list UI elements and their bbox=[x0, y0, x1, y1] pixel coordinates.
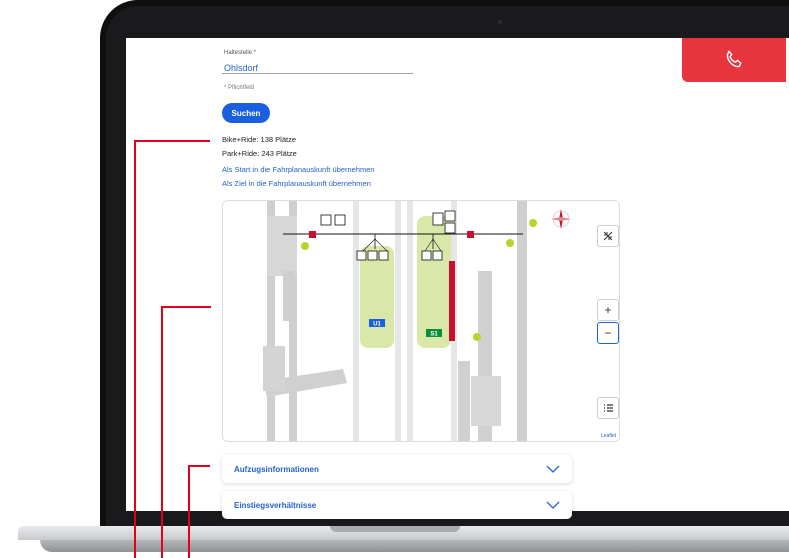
search-button[interactable]: Suchen bbox=[222, 103, 270, 123]
map-attribution[interactable]: Leaflet bbox=[601, 433, 616, 439]
wc-icon bbox=[444, 222, 456, 234]
station-map[interactable]: U1 S1 + − Leaflet bbox=[222, 200, 620, 442]
required-note: * Pflichtfeld bbox=[224, 85, 255, 91]
street-block bbox=[263, 346, 285, 391]
stairs-icon bbox=[421, 250, 432, 261]
callout-line bbox=[161, 306, 163, 558]
platform-s1 bbox=[417, 216, 451, 348]
wc-icon bbox=[444, 210, 456, 222]
zoom-out-button[interactable]: − bbox=[597, 322, 619, 344]
stairs-icon bbox=[356, 250, 367, 261]
bike-ride-info: Bike+Ride: 138 Plätze bbox=[222, 135, 297, 144]
entrance-marker bbox=[467, 231, 474, 238]
phone-icon bbox=[726, 50, 742, 68]
chevron-down-icon bbox=[546, 465, 560, 473]
accordion-label: Aufzugsinformationen bbox=[234, 464, 319, 474]
station-plan: U1 S1 bbox=[263, 201, 571, 441]
stairs-icon bbox=[320, 214, 332, 226]
set-as-destination-link[interactable]: Als Ziel in die Fahrplanauskunft überneh… bbox=[222, 179, 371, 188]
track bbox=[395, 201, 401, 441]
track bbox=[407, 201, 413, 441]
callout-line bbox=[134, 140, 136, 558]
legend-list-icon bbox=[604, 404, 613, 412]
street-block bbox=[267, 216, 297, 276]
accordion-label: Einstiegsverhältnisse bbox=[234, 500, 317, 510]
chevron-down-icon bbox=[546, 501, 560, 509]
street bbox=[283, 271, 295, 321]
street bbox=[458, 361, 470, 441]
accordion-elevator-info[interactable]: Aufzugsinformationen bbox=[222, 455, 572, 483]
s1-badge: S1 bbox=[430, 332, 438, 338]
callout-line bbox=[161, 306, 211, 308]
stop-input-underline bbox=[222, 73, 413, 74]
platform-edge-marker bbox=[449, 261, 455, 341]
callout-line bbox=[188, 465, 190, 558]
street bbox=[517, 201, 527, 441]
stairs-icon bbox=[378, 250, 389, 261]
street-block bbox=[471, 376, 501, 426]
stairs-icon bbox=[367, 250, 378, 261]
zoom-in-button[interactable]: + bbox=[597, 299, 619, 321]
platform-u1 bbox=[360, 246, 394, 348]
legend-button[interactable] bbox=[597, 397, 619, 419]
bus-stop bbox=[301, 242, 309, 250]
laptop-mockup: Haltestelle * Ohlsdorf * Pflichtfeld Suc… bbox=[0, 0, 789, 558]
fullscreen-toggle[interactable] bbox=[597, 225, 619, 247]
camera bbox=[498, 20, 502, 24]
laptop-base-edge bbox=[40, 540, 789, 552]
stop-field-label: Haltestelle * bbox=[224, 50, 257, 56]
set-as-start-link[interactable]: Als Start in die Fahrplanauskunft überne… bbox=[222, 165, 375, 174]
compass-rose-icon bbox=[551, 209, 571, 229]
bus-stop bbox=[506, 239, 514, 247]
stop-input[interactable]: Ohlsdorf bbox=[224, 63, 258, 73]
phone-button[interactable] bbox=[682, 38, 786, 82]
track bbox=[353, 201, 359, 441]
bus-stop bbox=[473, 333, 481, 341]
entrance-marker bbox=[309, 231, 316, 238]
stairs-icon bbox=[334, 214, 346, 226]
callout-line bbox=[134, 140, 210, 142]
accordion-boarding-conditions[interactable]: Einstiegsverhältnisse bbox=[222, 491, 572, 519]
park-ride-info: Park+Ride: 243 Plätze bbox=[222, 149, 297, 158]
bus-stop bbox=[529, 219, 537, 227]
collapse-icon bbox=[603, 231, 613, 241]
laptop-notch bbox=[330, 526, 460, 532]
u1-badge: U1 bbox=[373, 322, 381, 328]
callout-line bbox=[188, 465, 210, 467]
lift-icon bbox=[432, 212, 444, 226]
stairs-icon bbox=[432, 250, 443, 261]
